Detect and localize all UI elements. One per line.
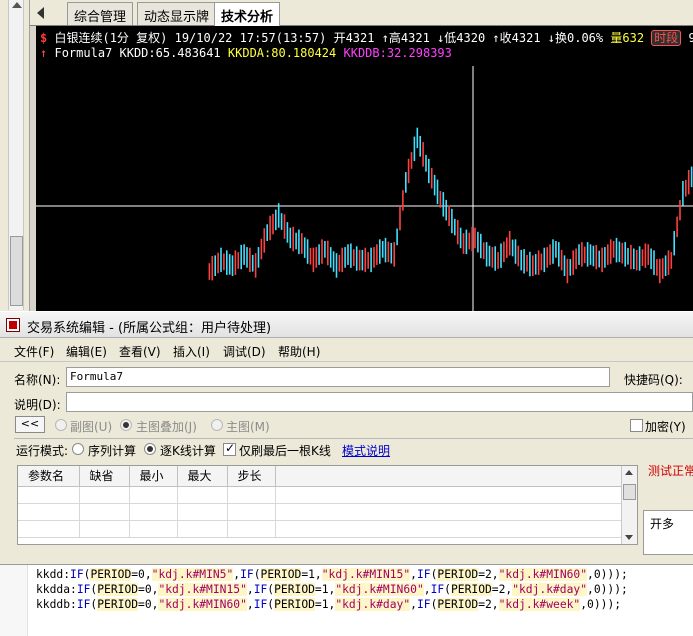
chart-title: 白银连续(1分 复权): [54, 31, 168, 45]
shortcut-label: 快捷码(Q):: [624, 373, 683, 387]
indicator-header: ↑ Formula7 KKDD:65.483641 KKDDA:80.18042…: [40, 46, 452, 60]
symbol-mark: $: [40, 31, 48, 45]
description-input[interactable]: [66, 392, 693, 412]
col-header-min[interactable]: 最小: [129, 466, 178, 487]
radio-sub-chart[interactable]: [55, 419, 67, 431]
mode-help-link[interactable]: 模式说明: [342, 442, 390, 459]
kline-chart[interactable]: $ 白银连续(1分 复权) 19/10/22 17:57(13:57) 开432…: [30, 26, 693, 316]
encrypt-checkbox[interactable]: [630, 419, 643, 432]
code-line: kkddb:IF(PERIOD=0,"kdj.k#MIN60",IF(PERIO…: [36, 598, 622, 611]
radio-series-calc[interactable]: [72, 443, 84, 455]
kkdd-value: KKDD:65.483641: [119, 46, 221, 60]
quote-close: ↑收4321: [492, 31, 541, 45]
test-status: 测试正常: [648, 464, 693, 478]
radio-sub-chart-label: 副图(U): [70, 420, 113, 434]
tab-strip: 综合管理 动态显示牌 技术分析: [30, 0, 693, 27]
refresh-last-bar-checkbox[interactable]: [223, 441, 236, 456]
kkdda-value: KKDDA:80.180424: [227, 46, 337, 60]
menu-bar: 文件(F) 编辑(E) 查看(V) 插入(I) 调试(D) 帮助(H): [0, 340, 693, 362]
menu-edit[interactable]: 编辑(E): [66, 343, 107, 360]
col-header-step[interactable]: 步长: [227, 466, 276, 487]
signal-item[interactable]: 开多: [650, 517, 674, 531]
quote-high: ↑高4321: [381, 31, 430, 45]
tab-technical-analysis[interactable]: 技术分析: [214, 2, 281, 27]
dialog-title: 交易系统编辑 - (所属公式组：用户待处理): [27, 321, 272, 336]
chart-quote-header: $ 白银连续(1分 复权) 19/10/22 17:57(13:57) 开432…: [40, 29, 693, 46]
kkddb-value: KKDDB:32.298393: [343, 46, 452, 60]
menu-insert[interactable]: 插入(I): [173, 343, 210, 360]
collapse-button[interactable]: <<: [15, 416, 45, 433]
menu-help[interactable]: 帮助(H): [278, 343, 320, 360]
trading-system-editor-dialog: 交易系统编辑 - (所属公式组：用户待处理) 文件(F) 编辑(E) 查看(V)…: [0, 311, 693, 636]
quote-change: ↓换0.06%: [547, 31, 604, 45]
app-icon: [6, 318, 20, 332]
encrypt-label: 加密(Y): [645, 420, 686, 434]
scroll-thumb[interactable]: [10, 236, 23, 306]
code-gutter: [0, 565, 28, 636]
signal-list-box[interactable]: 开多: [643, 510, 693, 555]
tab-prev-button[interactable]: [34, 5, 48, 21]
param-table-scrollbar[interactable]: [621, 466, 637, 544]
header-overflow: 9: [689, 31, 693, 45]
radio-main-chart[interactable]: [211, 419, 223, 431]
quote-open: 开4321: [333, 31, 375, 45]
radio-series-calc-label: 序列计算: [88, 444, 137, 458]
col-header-blank: [275, 466, 624, 487]
quote-volume: 量632: [610, 31, 645, 45]
chart-canvas: [36, 66, 693, 316]
app-window: 综合管理 动态显示牌 技术分析 $ 白银连续(1分 复权) 19/10/22 1…: [0, 0, 693, 636]
scroll-thumb[interactable]: [623, 484, 636, 500]
menu-view[interactable]: 查看(V): [119, 343, 161, 360]
dialog-titlebar[interactable]: 交易系统编辑 - (所属公式组：用户待处理): [0, 312, 693, 338]
code-line: kkdda:IF(PERIOD=0,"kdj.k#MIN15",IF(PERIO…: [36, 583, 628, 596]
chart-datetime: 19/10/22 17:57(13:57): [174, 31, 327, 45]
time-segment-button[interactable]: 时段: [651, 30, 682, 46]
scroll-up-arrow-icon[interactable]: [625, 470, 633, 475]
run-mode-label: 运行模式:: [16, 444, 69, 458]
radio-per-bar-calc-label: 逐K线计算: [160, 444, 216, 458]
table-row[interactable]: [18, 503, 624, 521]
left-scrollbar[interactable]: [8, 0, 24, 310]
description-label: 说明(D):: [14, 398, 61, 412]
col-header-default[interactable]: 缺省: [79, 466, 130, 487]
name-label: 名称(N):: [14, 373, 61, 387]
up-arrow-icon: ↑: [40, 46, 48, 60]
parameter-table[interactable]: 参数名 缺省 最小 最大 步长: [17, 465, 638, 545]
formula-name: Formula7: [54, 46, 113, 60]
col-header-param-name[interactable]: 参数名: [18, 466, 80, 487]
menu-file[interactable]: 文件(F): [14, 343, 54, 360]
chevron-left-icon: [37, 7, 44, 19]
table-row[interactable]: [18, 486, 624, 504]
menu-debug[interactable]: 调试(D): [223, 343, 266, 360]
radio-per-bar-calc[interactable]: [144, 443, 156, 455]
tab-dynamic-board[interactable]: 动态显示牌: [137, 2, 217, 25]
code-line: kkdd:IF(PERIOD=0,"kdj.k#MIN5",IF(PERIOD=…: [36, 568, 628, 581]
radio-main-overlay[interactable]: [120, 419, 132, 431]
scroll-up-arrow-icon[interactable]: [12, 2, 22, 8]
radio-main-chart-label: 主图(M): [226, 420, 270, 434]
table-row[interactable]: [18, 520, 624, 538]
radio-main-overlay-label: 主图叠加(J): [136, 420, 197, 434]
quote-low: ↓低4320: [437, 31, 486, 45]
tab-overall-management[interactable]: 综合管理: [67, 2, 134, 25]
col-header-max[interactable]: 最大: [177, 466, 228, 487]
code-editor[interactable]: kkdd:IF(PERIOD=0,"kdj.k#MIN5",IF(PERIOD=…: [0, 564, 693, 636]
refresh-last-bar-label: 仅刷最后一根K线: [239, 444, 331, 458]
separator: [14, 438, 693, 439]
scroll-down-arrow-icon[interactable]: [625, 535, 633, 540]
name-input[interactable]: Formula7: [66, 367, 610, 387]
